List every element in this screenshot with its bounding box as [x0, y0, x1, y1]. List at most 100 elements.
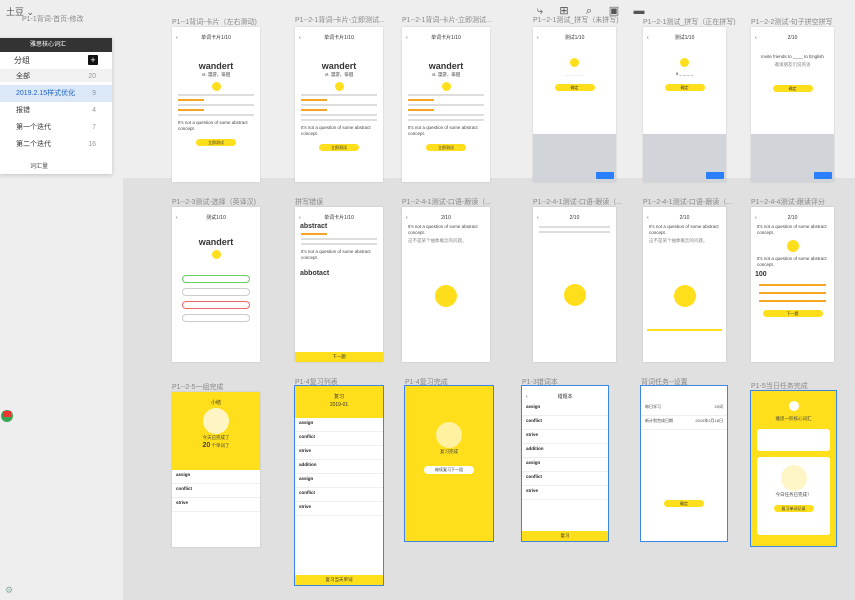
speaker-icon[interactable] [441, 82, 451, 91]
next-button[interactable]: 下一题 [295, 352, 383, 362]
speaker-icon[interactable] [211, 82, 221, 91]
artboard-label[interactable]: P1-1背词-首页-修改 [22, 14, 83, 24]
word-item: conflict [526, 474, 543, 479]
play-icon[interactable] [786, 240, 799, 252]
artboard[interactable]: 复习完成 继续复习下一组 [404, 385, 494, 542]
artboard[interactable]: ‹ 单词卡片1/10 wandert vt. 漫游，徘徊 It's not a q… [172, 27, 260, 182]
artboard-label[interactable]: P1--2-4-1测试-口语-跟读（... [402, 197, 491, 207]
word-item: strive [526, 432, 539, 437]
gift-icon[interactable] [0, 402, 14, 426]
screen-title: 2/10 [679, 215, 690, 221]
mic-icon[interactable] [563, 284, 586, 306]
group-title-label: 分组 [14, 56, 30, 65]
setting-label: 每日学习 [645, 404, 661, 409]
artboard-label[interactable]: P1--2-4-1测试-口语-跟读（... [533, 197, 622, 207]
group-count: 9 [92, 90, 96, 97]
artboard[interactable]: 雅思一阶核心词汇 今日任务已完成！ 复习单词记录 [750, 390, 837, 547]
artboard[interactable]: ‹ 单词卡片1/10 wandert vt. 漫游，徘徊 It's not a q… [402, 27, 490, 182]
setting-value[interactable]: 2019年2月18日 [695, 418, 723, 424]
wrong-spelling: abbotact [300, 270, 330, 277]
artboard-label[interactable]: P1-5当日任务完成 [751, 381, 808, 391]
group-item[interactable]: 第一个迭代 7 [0, 119, 112, 136]
avatar [788, 401, 799, 411]
speaker-icon[interactable] [334, 82, 344, 91]
screen-title: 单词卡片1/10 [324, 215, 354, 221]
artboard[interactable]: ‹ 测试1/10 wandert [172, 207, 260, 362]
screen-title: 单词卡片1/10 [431, 35, 461, 41]
word-item: assign [526, 404, 541, 409]
artboard[interactable]: ‹ 单词卡片1/10 abstract It's not a question o… [295, 207, 383, 362]
next-button[interactable]: 下一题 [762, 310, 823, 317]
artboard-label[interactable]: 拼写错误 [295, 197, 323, 207]
review-day-button[interactable]: 复习当天单词 [295, 575, 383, 585]
folder-icon[interactable]: ▬ [632, 4, 646, 18]
artboard[interactable]: ‹ 测试1/10 _ _ _ _ _ 确定 [533, 27, 616, 182]
test-button[interactable]: 立即测试 [319, 144, 359, 151]
artboard[interactable]: ‹ 2/10 Invite friends to ____ to English … [751, 27, 834, 182]
add-group-icon[interactable]: + [88, 55, 98, 65]
artboard-label[interactable]: P1--2-1测试_拼写（正在拼写) [643, 17, 736, 27]
artboard[interactable]: ‹ 2/10 It's not a question of some abstra… [751, 207, 834, 362]
artboard-label[interactable]: P1--2-4-4测试-跟读评分 [751, 197, 825, 207]
screen-title: 测试1/10 [564, 35, 585, 41]
artboard-label[interactable]: P1--2-1背词-卡片-立即测试... [295, 15, 385, 25]
task-title: 雅思一阶核心词汇 [775, 416, 812, 421]
artboard[interactable]: 复习 2019-01 assign conflict strive additi… [294, 385, 384, 586]
artboard-label[interactable]: P1--2-1测试_拼写（未拼写) [533, 15, 619, 25]
artboard[interactable]: ‹ 2/10 [533, 207, 616, 362]
group-label: 第二个迭代 [16, 141, 51, 148]
word-text: wandert [428, 61, 464, 71]
test-button[interactable]: 立即测试 [196, 139, 236, 146]
help-icon[interactable]: ⚙ [5, 585, 15, 595]
continue-review-button[interactable]: 继续复习下一组 [424, 466, 474, 474]
panel-footer: 词汇量 [30, 164, 49, 170]
artboard-label[interactable]: P1--2-2测试-句子拼空拼写 [751, 17, 833, 27]
word-item: addition [526, 446, 544, 451]
speaker-icon[interactable] [211, 250, 221, 259]
score-value: 100 [755, 271, 767, 278]
mic-icon[interactable] [673, 285, 696, 307]
panel-header: 雅思核心词汇 [0, 38, 112, 52]
setting-value[interactable]: 20词 [715, 404, 723, 410]
group-count: 7 [92, 124, 96, 131]
artboard-label[interactable]: P1--2-4-1测试-口语-跟读（... [643, 197, 732, 207]
screen-title: 2/10 [569, 215, 580, 221]
artboard[interactable]: ‹ 单词卡片1/10 wandert vt. 漫游，徘徊 It's not a q… [295, 27, 383, 182]
speaker-icon[interactable] [570, 58, 579, 67]
confirm-button[interactable]: 确定 [554, 84, 595, 91]
keyboard[interactable] [643, 134, 726, 182]
screen-title: 单词卡片1/10 [201, 35, 231, 41]
test-button[interactable]: 立即测试 [426, 144, 466, 151]
artboard-label[interactable]: P1--2-5一组完成 [172, 382, 223, 392]
group-item[interactable]: 报错 4 [0, 102, 112, 119]
artboard-label[interactable]: P1--1背词-卡片（左右滑动) [172, 17, 257, 27]
done-card: 今日任务已完成！ 复习单词记录 [757, 457, 830, 535]
example-translation: 这不是某个抽象概念的问题。 [649, 238, 708, 243]
keyboard[interactable] [533, 134, 616, 182]
group-label: 第一个迭代 [16, 124, 51, 131]
mic-icon[interactable] [435, 285, 457, 307]
confirm-button[interactable]: 确定 [772, 85, 813, 92]
confirm-button[interactable]: 确定 [664, 84, 705, 91]
review-records-button[interactable]: 复习单词记录 [773, 505, 814, 512]
group-item[interactable]: 第二个迭代 16 [0, 136, 112, 153]
setting-label: 新计划完成日期 [645, 418, 673, 423]
speaker-icon[interactable] [680, 58, 689, 67]
artboard[interactable]: ‹ 2/10 It's not a question of some abstra… [402, 207, 490, 362]
screen-title: 2/10 [787, 215, 798, 221]
artboard-label[interactable]: P1--2-1背词-卡片-立即测试... [402, 15, 492, 25]
group-item[interactable]: 2019.2.15样式优化 9 [0, 85, 112, 102]
group-item[interactable]: 全部 20 [0, 68, 112, 85]
artboard[interactable]: 小结 今天已完成了 20 个单词了 assign conflict strive [172, 392, 260, 547]
artboard[interactable]: ‹ 测试1/10 a _ _ _ _ 确定 [643, 27, 726, 182]
review-button[interactable]: 复习 [522, 531, 608, 541]
word-item: conflict [299, 434, 316, 439]
keyboard[interactable] [751, 134, 834, 182]
artboard[interactable]: 每日学习 20词 新计划完成日期 2019年2月18日 确定 [640, 385, 728, 542]
artboard[interactable]: ‹ 2/10 It's not a question of some abstra… [643, 207, 726, 362]
confirm-button[interactable]: 确定 [664, 500, 704, 507]
done-unit: 个单词了 [211, 443, 230, 448]
screen-title: 单词卡片1/10 [324, 35, 354, 41]
artboard-label[interactable]: P1--2-3测试-选择（英译汉) [172, 197, 256, 207]
artboard[interactable]: ‹ 错题本 assign conflict strive addition ass… [521, 385, 609, 542]
